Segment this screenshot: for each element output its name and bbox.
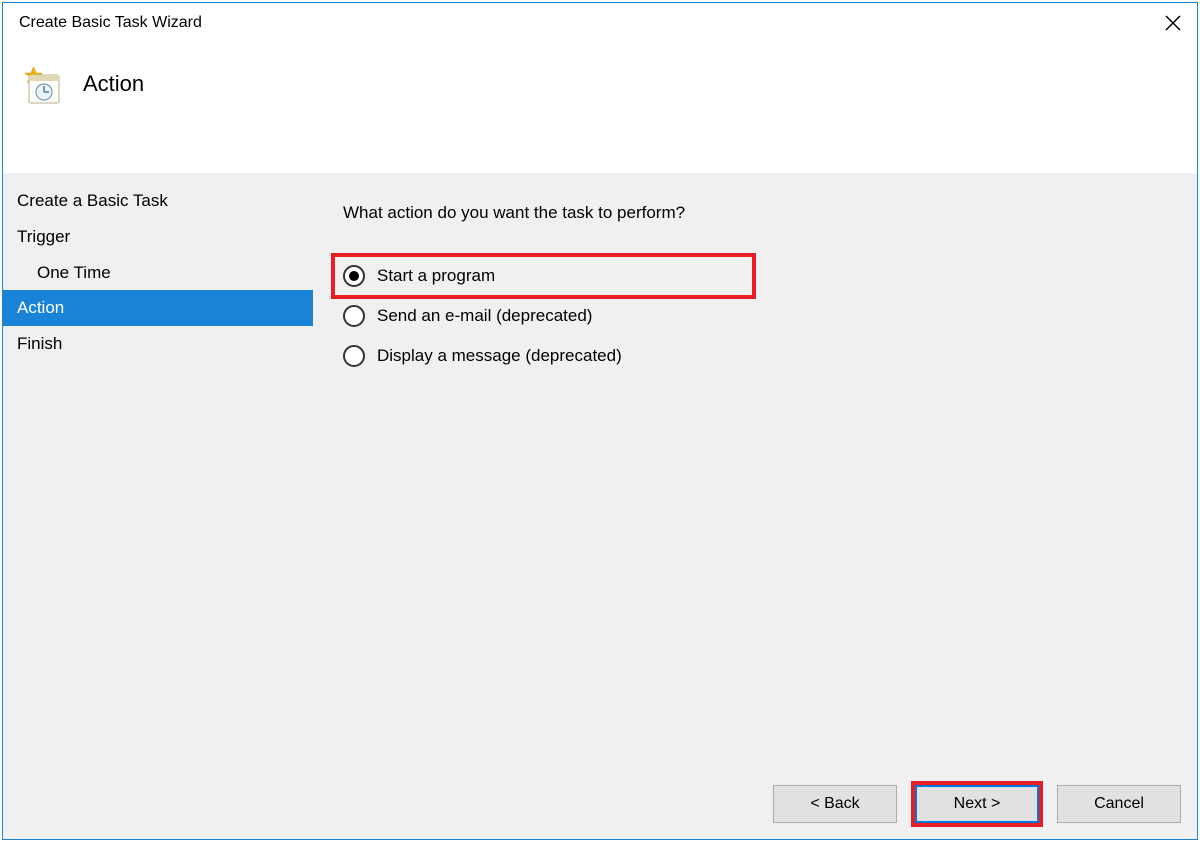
sidebar-item-finish[interactable]: Finish bbox=[3, 326, 313, 362]
sidebar-item-create-basic-task[interactable]: Create a Basic Task bbox=[3, 183, 313, 219]
prompt-text: What action do you want the task to perf… bbox=[343, 203, 1167, 223]
radio-option-start-program[interactable]: Start a program bbox=[331, 253, 756, 299]
close-button[interactable] bbox=[1161, 11, 1185, 35]
radio-label: Start a program bbox=[377, 266, 495, 286]
radio-label: Send an e-mail (deprecated) bbox=[377, 306, 592, 326]
sidebar-item-one-time[interactable]: One Time bbox=[3, 255, 313, 291]
radio-icon[interactable] bbox=[343, 305, 365, 327]
footer: < Back Next > Cancel bbox=[3, 769, 1197, 839]
radio-option-send-email[interactable]: Send an e-mail (deprecated) bbox=[343, 305, 622, 327]
wizard-icon bbox=[21, 63, 65, 107]
action-radio-group: Start a program Send an e-mail (deprecat… bbox=[343, 265, 622, 367]
radio-label: Display a message (deprecated) bbox=[377, 346, 622, 366]
cancel-button[interactable]: Cancel bbox=[1057, 785, 1181, 823]
radio-option-display-message[interactable]: Display a message (deprecated) bbox=[343, 345, 622, 367]
next-button-highlight: Next > bbox=[911, 781, 1043, 827]
sidebar: Create a Basic Task Trigger One Time Act… bbox=[3, 173, 313, 769]
close-icon bbox=[1165, 15, 1181, 31]
body: Create a Basic Task Trigger One Time Act… bbox=[3, 173, 1197, 769]
main-panel: What action do you want the task to perf… bbox=[313, 173, 1197, 769]
page-title: Action bbox=[83, 63, 144, 97]
radio-icon[interactable] bbox=[343, 265, 365, 287]
back-button[interactable]: < Back bbox=[773, 785, 897, 823]
sidebar-item-trigger[interactable]: Trigger bbox=[3, 219, 313, 255]
wizard-window: Create Basic Task Wizard Action Create a… bbox=[2, 2, 1198, 840]
window-title: Create Basic Task Wizard bbox=[19, 14, 202, 32]
radio-icon[interactable] bbox=[343, 345, 365, 367]
header: Action bbox=[3, 43, 1197, 173]
next-button[interactable]: Next > bbox=[915, 785, 1039, 823]
titlebar: Create Basic Task Wizard bbox=[3, 3, 1197, 43]
sidebar-item-action[interactable]: Action bbox=[3, 290, 313, 326]
